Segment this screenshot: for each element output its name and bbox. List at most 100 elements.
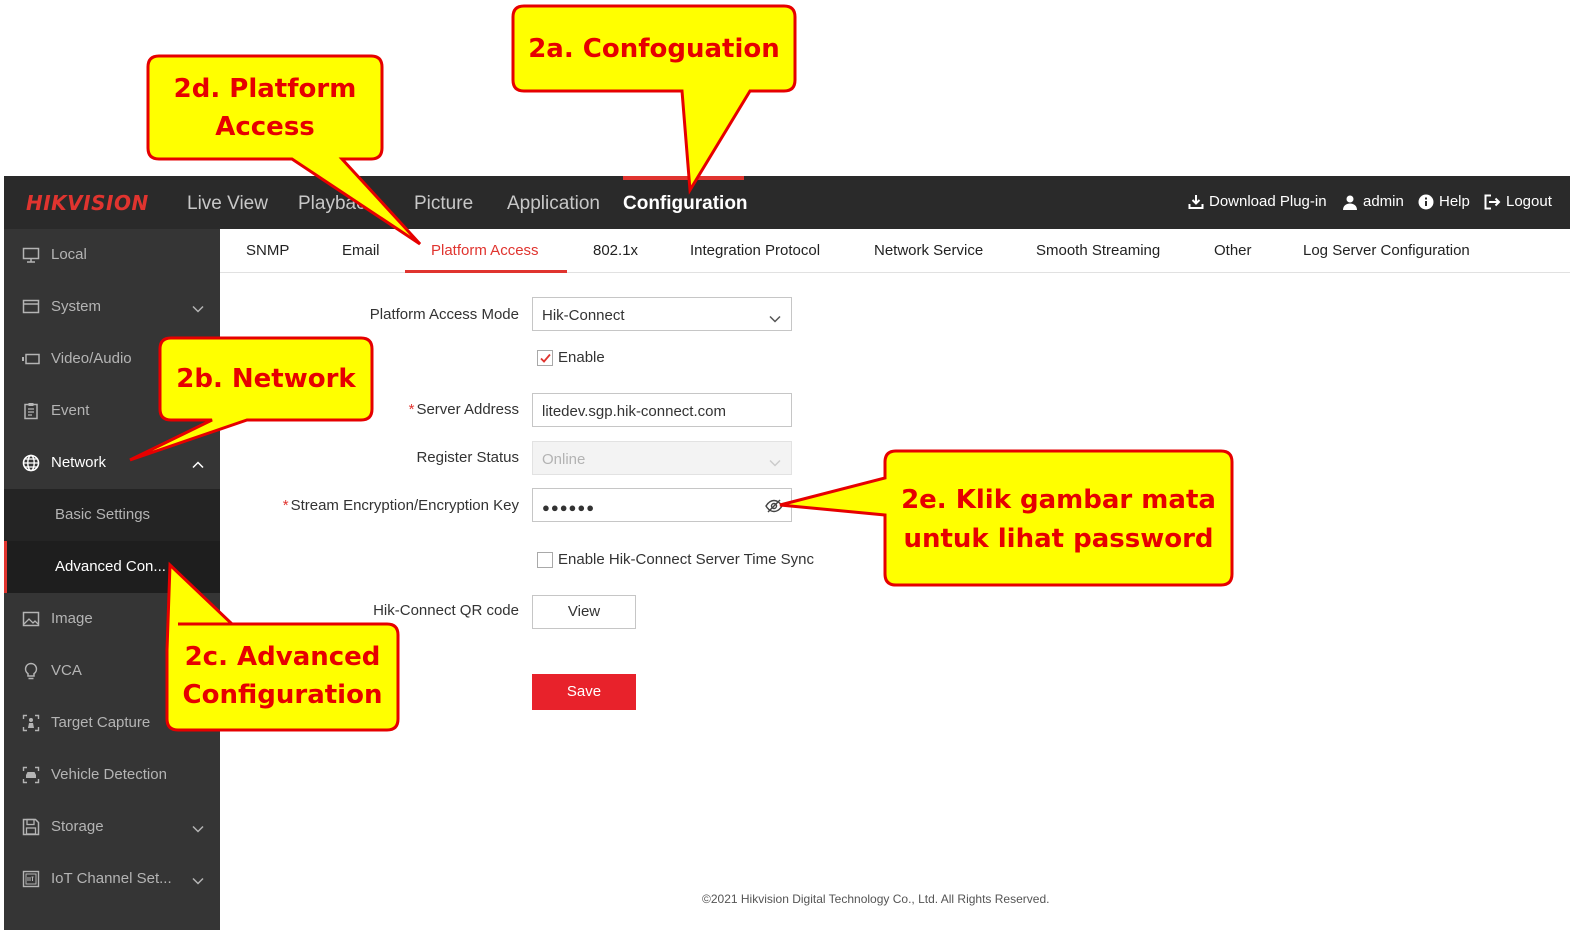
config-sidebar: Local System Video/Audio Event Network B… <box>4 229 220 930</box>
register-status-select: Online <box>532 441 792 475</box>
qr-code-label: Hik-Connect QR code <box>373 602 519 619</box>
camera-icon <box>22 350 40 368</box>
nav-configuration[interactable]: Configuration <box>623 193 748 215</box>
callout-2e-text-line1: 2e. Klik gambar mata <box>901 485 1216 515</box>
encryption-key-value: ●●●●●● <box>542 500 596 515</box>
register-status-label: Register Status <box>416 449 519 466</box>
server-address-input[interactable]: litedev.sgp.hik-connect.com <box>532 393 792 427</box>
tab-email[interactable]: Email <box>342 242 380 259</box>
sidebar-subitem-label: Advanced Con... <box>55 558 166 575</box>
download-icon <box>1188 194 1204 210</box>
download-plugin-link[interactable]: Download Plug-in <box>1188 193 1327 210</box>
help-label: Help <box>1439 193 1470 210</box>
register-status-value: Online <box>542 451 586 468</box>
encryption-key-input[interactable]: ●●●●●● <box>532 488 792 522</box>
window-icon <box>22 298 40 316</box>
save-button[interactable]: Save <box>532 674 636 710</box>
vehicle-icon <box>22 766 40 784</box>
tab-integration-protocol[interactable]: Integration Protocol <box>690 242 820 259</box>
callout-2d-text-line2: Access <box>215 112 315 142</box>
time-sync-label: Enable Hik-Connect Server Time Sync <box>558 551 814 568</box>
nav-application[interactable]: Application <box>507 193 600 215</box>
sidebar-item-label: IoT Channel Set... <box>51 870 172 887</box>
server-address-label: * Server Address <box>409 401 519 418</box>
sidebar-item-label: Image <box>51 610 93 627</box>
server-address-label-text: Server Address <box>416 401 519 418</box>
logout-link[interactable]: Logout <box>1484 193 1552 210</box>
sidebar-subitem-advanced-configuration[interactable]: Advanced Con... <box>4 541 220 593</box>
sidebar-item-iot-channel-settings[interactable]: IoT Channel Set... <box>4 853 220 905</box>
sidebar-item-label: VCA <box>51 662 82 679</box>
platform-access-mode-value: Hik-Connect <box>542 307 625 324</box>
view-qr-button[interactable]: View <box>532 595 636 629</box>
user-icon <box>1342 194 1358 210</box>
required-asterisk: * <box>282 497 289 514</box>
chevron-down-icon <box>192 820 204 837</box>
sidebar-item-system[interactable]: System <box>4 281 220 333</box>
top-navigation-bar: HIKVISION Live View Playback Picture App… <box>4 176 1570 229</box>
sidebar-item-label: Video/Audio <box>51 350 132 367</box>
chevron-down-icon <box>769 310 781 327</box>
tab-smooth-streaming[interactable]: Smooth Streaming <box>1036 242 1160 259</box>
info-icon <box>1418 194 1434 210</box>
hikvision-web-app: HIKVISION Live View Playback Picture App… <box>4 176 1570 930</box>
iot-icon <box>22 870 40 888</box>
tab-platform-access[interactable]: Platform Access <box>431 242 539 259</box>
floppy-icon <box>22 818 40 836</box>
chevron-up-icon <box>192 456 204 473</box>
globe-icon <box>22 454 40 472</box>
tab-active-indicator <box>405 270 567 273</box>
logout-icon <box>1484 194 1501 210</box>
platform-access-mode-label: Platform Access Mode <box>369 306 519 323</box>
nav-live-view[interactable]: Live View <box>187 193 268 215</box>
time-sync-checkbox[interactable] <box>537 552 553 568</box>
callout-2d-text-line1: 2d. Platform <box>173 74 357 104</box>
help-link[interactable]: Help <box>1418 193 1470 210</box>
enable-checkbox[interactable] <box>537 350 553 366</box>
platform-access-mode-select[interactable]: Hik-Connect <box>532 297 792 331</box>
tab-network-service[interactable]: Network Service <box>874 242 983 259</box>
bulb-icon <box>22 662 40 680</box>
sidebar-item-network[interactable]: Network <box>4 437 220 489</box>
sidebar-subitem-basic-settings[interactable]: Basic Settings <box>4 489 220 541</box>
sidebar-item-vehicle-detection[interactable]: Vehicle Detection <box>4 749 220 801</box>
download-plugin-label: Download Plug-in <box>1209 193 1327 210</box>
nav-active-indicator <box>623 176 744 180</box>
sidebar-subitem-label: Basic Settings <box>55 506 151 523</box>
clipboard-icon <box>22 402 40 420</box>
required-asterisk: * <box>408 401 415 418</box>
logout-label: Logout <box>1506 193 1552 210</box>
chevron-down-icon <box>192 872 204 889</box>
callout-2e-text-line2: untuk lihat password <box>903 524 1214 554</box>
sidebar-item-label: Event <box>51 402 90 419</box>
sub-tab-bar: SNMP Email Platform Access 802.1x Integr… <box>220 229 1570 273</box>
sidebar-item-local[interactable]: Local <box>4 229 220 281</box>
callout-2a-text: 2a. Confoguation <box>528 34 780 64</box>
eye-hidden-icon[interactable] <box>765 498 783 517</box>
checkmark-icon <box>540 353 551 363</box>
user-menu[interactable]: admin <box>1342 193 1404 210</box>
tab-log-server-configuration[interactable]: Log Server Configuration <box>1303 242 1470 259</box>
copyright-footer: ©2021 Hikvision Digital Technology Co., … <box>702 892 1050 906</box>
tab-snmp[interactable]: SNMP <box>246 242 289 259</box>
user-name: admin <box>1363 193 1404 210</box>
tab-other[interactable]: Other <box>1214 242 1252 259</box>
screenshot-stage: HIKVISION Live View Playback Picture App… <box>0 0 1570 934</box>
sidebar-item-label: System <box>51 298 102 315</box>
person-capture-icon <box>22 714 40 732</box>
nav-picture[interactable]: Picture <box>414 193 473 215</box>
sidebar-item-storage[interactable]: Storage <box>4 801 220 853</box>
callout-2c-text-line2: Configuration <box>182 680 383 710</box>
encryption-key-label-text: Stream Encryption/Encryption Key <box>290 497 519 514</box>
chevron-down-icon <box>192 300 204 317</box>
encryption-key-label: * Stream Encryption/Encryption Key <box>283 497 519 514</box>
callout-2c-text-line1: 2c. Advanced <box>184 642 381 672</box>
monitor-icon <box>22 246 40 264</box>
server-address-value: litedev.sgp.hik-connect.com <box>542 403 726 420</box>
enable-label: Enable <box>558 349 605 366</box>
sidebar-item-label: Storage <box>51 818 104 835</box>
tab-802-1x[interactable]: 802.1x <box>593 242 638 259</box>
chevron-down-icon <box>769 454 781 471</box>
nav-playback[interactable]: Playback <box>298 193 375 215</box>
sidebar-item-label: Target Capture <box>51 714 151 731</box>
